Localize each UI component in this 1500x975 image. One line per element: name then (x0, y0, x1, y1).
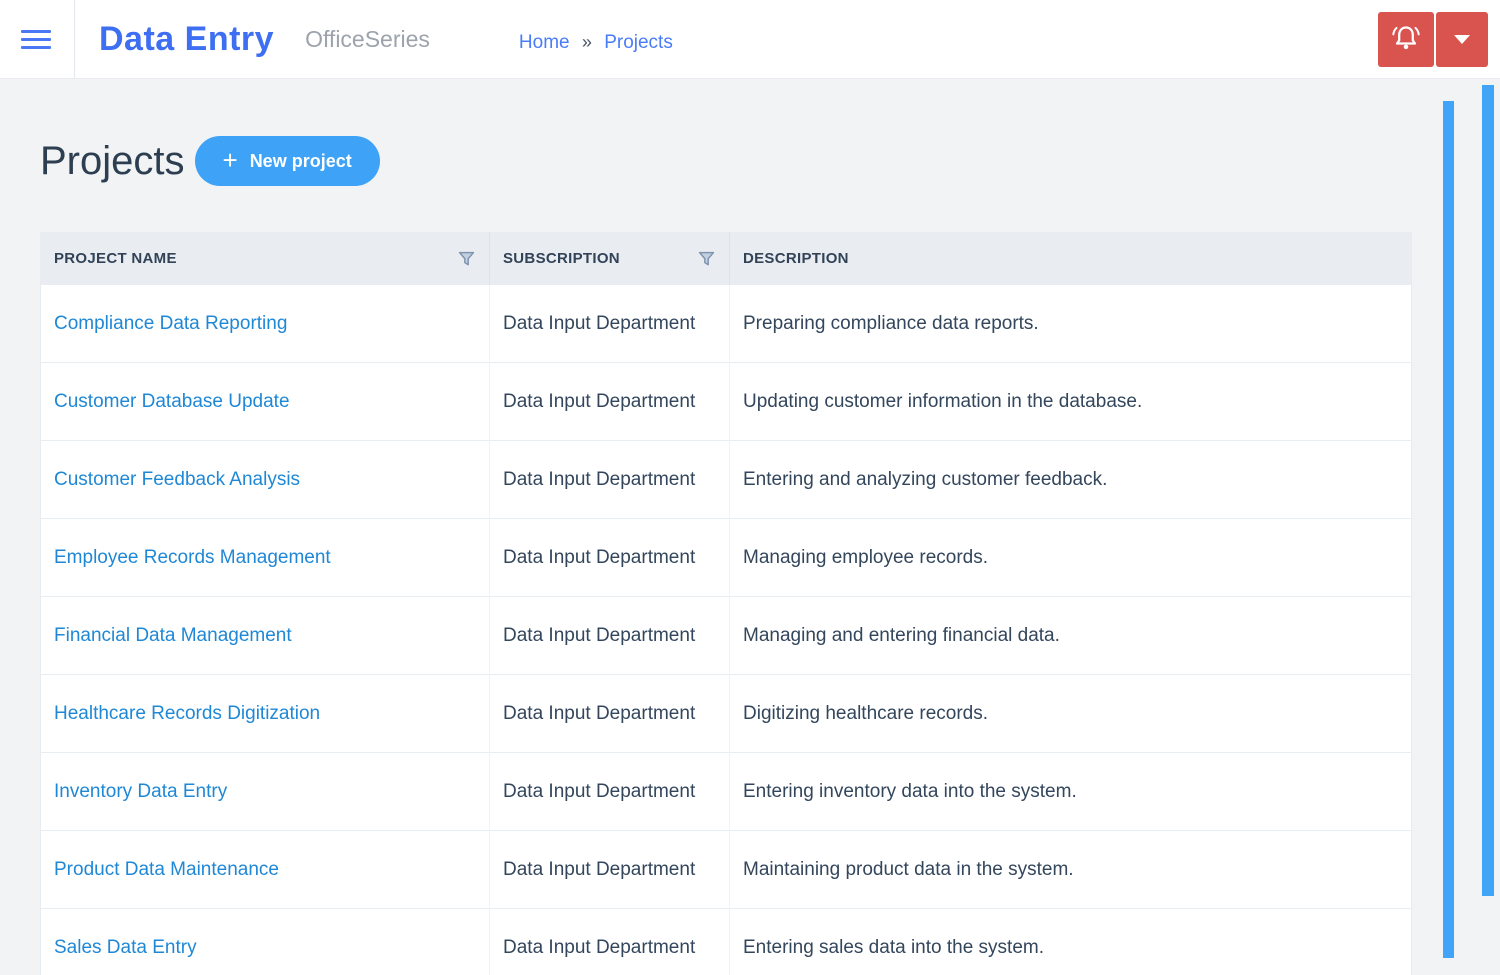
subscription-cell: Data Input Department (489, 596, 730, 675)
table-row: Inventory Data Entry Data Input Departme… (40, 752, 1412, 831)
projects-table: PROJECT NAME SUBSCRIPTION DESCRIPTION Co… (40, 232, 1412, 975)
top-bar: Data Entry OfficeSeries Home » Projects (0, 0, 1500, 79)
column-label: PROJECT NAME (54, 250, 177, 267)
project-link[interactable]: Customer Database Update (54, 391, 290, 412)
subscription-cell: Data Input Department (489, 518, 730, 597)
description-cell: Entering and analyzing customer feedback… (729, 440, 1412, 519)
table-row: Healthcare Records Digitization Data Inp… (40, 674, 1412, 753)
breadcrumb: Home » Projects (519, 24, 673, 54)
subscription-cell: Data Input Department (489, 674, 730, 753)
table-header-row: PROJECT NAME SUBSCRIPTION DESCRIPTION (40, 232, 1412, 285)
table-row: Sales Data Entry Data Input Department E… (40, 908, 1412, 975)
project-name-cell: Customer Feedback Analysis (40, 440, 490, 519)
description-cell: Updating customer information in the dat… (729, 362, 1412, 441)
column-header-project-name: PROJECT NAME (40, 232, 490, 285)
project-link[interactable]: Product Data Maintenance (54, 859, 279, 880)
suite-name: OfficeSeries (305, 25, 430, 52)
column-label: DESCRIPTION (743, 250, 849, 267)
project-name-cell: Sales Data Entry (40, 908, 490, 975)
project-link[interactable]: Employee Records Management (54, 547, 331, 568)
project-name-cell: Compliance Data Reporting (40, 284, 490, 363)
project-link[interactable]: Sales Data Entry (54, 937, 197, 958)
project-link[interactable]: Compliance Data Reporting (54, 313, 287, 334)
header-actions (1378, 11, 1488, 67)
description-cell: Maintaining product data in the system. (729, 830, 1412, 909)
subscription-cell: Data Input Department (489, 752, 730, 831)
caret-down-icon (1454, 34, 1470, 44)
plus-icon: + (222, 144, 238, 175)
column-header-description: DESCRIPTION (729, 232, 1412, 285)
project-name-cell: Inventory Data Entry (40, 752, 490, 831)
subscription-cell: Data Input Department (489, 284, 730, 363)
filter-icon[interactable] (456, 248, 477, 269)
subscription-cell: Data Input Department (489, 440, 730, 519)
content-scrollbar-thumb[interactable] (1443, 101, 1454, 958)
page-header: Projects + New project (40, 135, 380, 187)
subscription-cell: Data Input Department (489, 908, 730, 975)
subscription-cell: Data Input Department (489, 830, 730, 909)
project-name-cell: Financial Data Management (40, 596, 490, 675)
description-cell: Digitizing healthcare records. (729, 674, 1412, 753)
project-name-cell: Healthcare Records Digitization (40, 674, 490, 753)
bell-icon (1392, 26, 1420, 50)
description-cell: Entering inventory data into the system. (729, 752, 1412, 831)
table-row: Employee Records Management Data Input D… (40, 518, 1412, 597)
project-link[interactable]: Inventory Data Entry (54, 781, 227, 802)
breadcrumb-current-link[interactable]: Projects (604, 32, 673, 53)
table-row: Compliance Data Reporting Data Input Dep… (40, 284, 1412, 363)
new-project-label: New project (249, 150, 352, 171)
header-divider (74, 0, 75, 79)
table-row: Customer Feedback Analysis Data Input De… (40, 440, 1412, 519)
user-menu-button[interactable] (1436, 11, 1488, 67)
description-cell: Managing employee records. (729, 518, 1412, 597)
breadcrumb-home-link[interactable]: Home (519, 32, 570, 53)
filter-icon[interactable] (696, 248, 717, 269)
project-name-cell: Customer Database Update (40, 362, 490, 441)
project-name-cell: Employee Records Management (40, 518, 490, 597)
table-row: Product Data Maintenance Data Input Depa… (40, 830, 1412, 909)
project-link[interactable]: Customer Feedback Analysis (54, 469, 300, 490)
project-name-cell: Product Data Maintenance (40, 830, 490, 909)
table-row: Customer Database Update Data Input Depa… (40, 362, 1412, 441)
page-title: Projects (40, 138, 185, 183)
column-header-subscription: SUBSCRIPTION (489, 232, 730, 285)
page-scrollbar-thumb[interactable] (1482, 85, 1494, 896)
description-cell: Managing and entering financial data. (729, 596, 1412, 675)
project-link[interactable]: Healthcare Records Digitization (54, 703, 320, 724)
description-cell: Preparing compliance data reports. (729, 284, 1412, 363)
new-project-button[interactable]: + New project (194, 136, 380, 186)
breadcrumb-separator: » (581, 32, 592, 52)
projects-table-body: Compliance Data Reporting Data Input Dep… (40, 284, 1412, 975)
subscription-cell: Data Input Department (489, 362, 730, 441)
app-title[interactable]: Data Entry (99, 20, 274, 59)
notifications-button[interactable] (1378, 11, 1434, 67)
description-cell: Entering sales data into the system. (729, 908, 1412, 975)
menu-toggle-button[interactable] (21, 19, 57, 59)
project-link[interactable]: Financial Data Management (54, 625, 292, 646)
column-label: SUBSCRIPTION (503, 250, 620, 267)
table-row: Financial Data Management Data Input Dep… (40, 596, 1412, 675)
